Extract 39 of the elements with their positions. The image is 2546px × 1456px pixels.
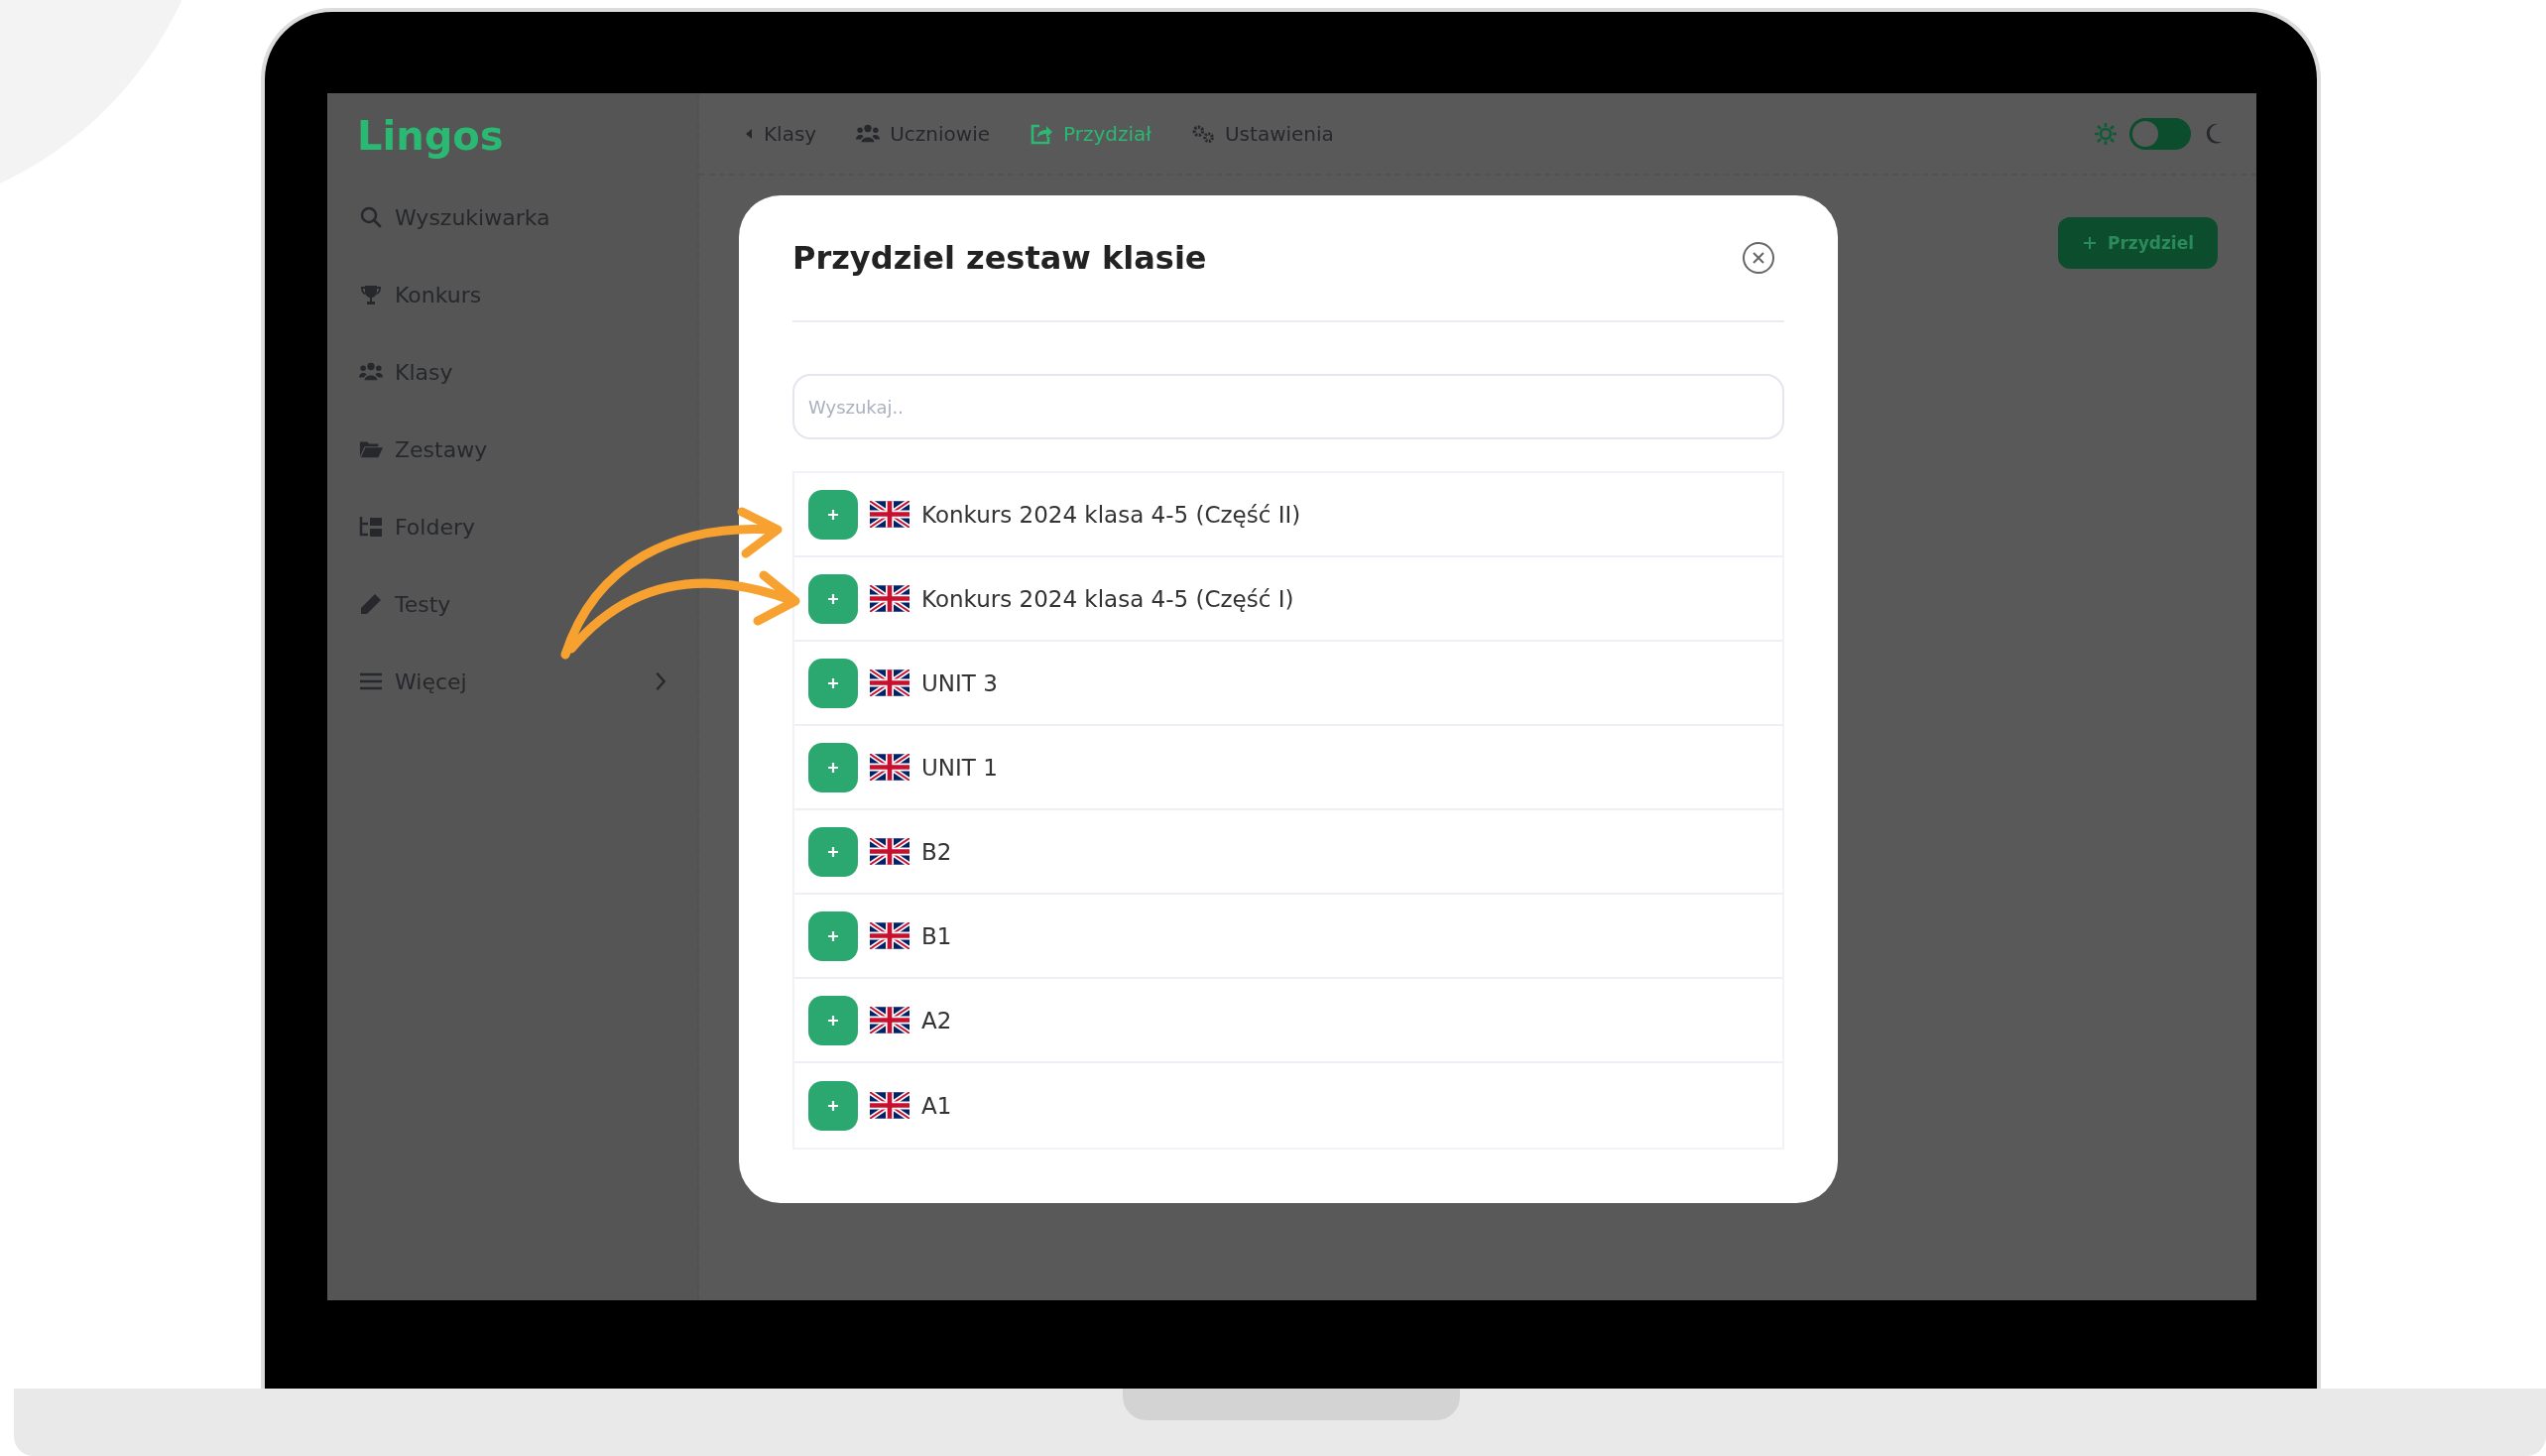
set-name: B1 — [921, 922, 952, 949]
uk-flag-icon — [870, 1092, 909, 1119]
chevron-right-icon — [654, 670, 667, 692]
logo: Lingos — [357, 113, 504, 159]
caret-left-icon — [744, 126, 754, 141]
plus-icon — [2081, 235, 2098, 251]
add-button[interactable] — [808, 1080, 858, 1131]
set-name: A1 — [921, 1092, 952, 1119]
set-name: A2 — [921, 1007, 952, 1033]
uk-flag-icon — [870, 754, 909, 781]
add-button[interactable] — [808, 995, 858, 1045]
close-icon[interactable] — [1742, 241, 1775, 275]
add-button[interactable] — [808, 742, 858, 792]
nav-tab[interactable]: Przydział — [1030, 121, 1152, 146]
trophy-icon — [359, 283, 383, 306]
set-name: Konkurs 2024 klasa 4-5 (Część II) — [921, 501, 1301, 528]
search-icon — [359, 205, 383, 229]
pencil-icon — [359, 592, 383, 616]
set-name: Konkurs 2024 klasa 4-5 (Część I) — [921, 585, 1294, 612]
add-button[interactable] — [808, 826, 858, 877]
sun-icon — [2094, 121, 2118, 146]
dialog-title: Przydziel zestaw klasie — [792, 239, 1207, 277]
set-name: B2 — [921, 838, 952, 865]
uk-flag-icon — [870, 838, 909, 865]
add-button[interactable] — [808, 658, 858, 708]
add-button[interactable] — [808, 573, 858, 624]
folder-tree-icon — [359, 515, 383, 539]
set-name: UNIT 1 — [921, 754, 998, 781]
dark-mode-toggle[interactable] — [2129, 117, 2191, 150]
set-name: UNIT 3 — [921, 669, 998, 696]
uk-flag-icon — [870, 1007, 909, 1033]
assign-button[interactable]: Przydziel — [2057, 217, 2218, 269]
uk-flag-icon — [870, 585, 909, 612]
uk-flag-icon — [870, 669, 909, 696]
uk-flag-icon — [870, 501, 909, 528]
add-button[interactable] — [808, 489, 858, 540]
uk-flag-icon — [870, 922, 909, 949]
search-field[interactable]: Wyszukaj.. — [792, 374, 1784, 439]
add-button[interactable] — [808, 910, 858, 961]
